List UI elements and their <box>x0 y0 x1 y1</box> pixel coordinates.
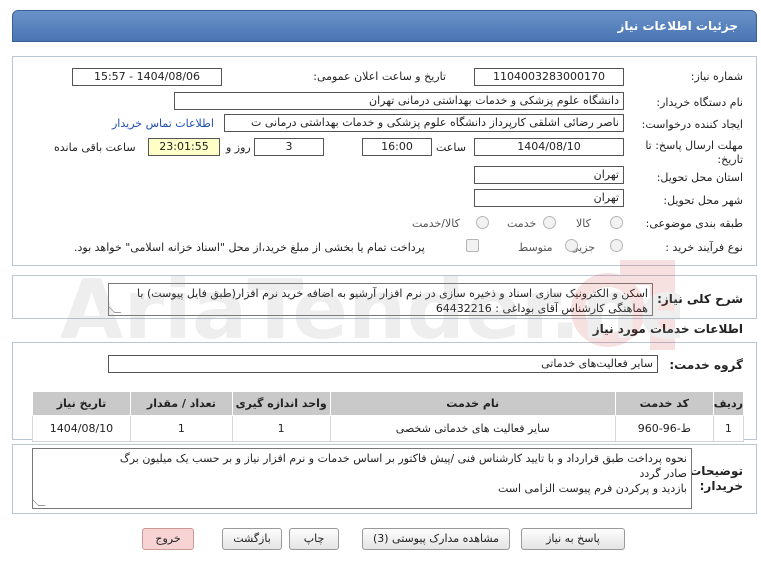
need-info-panel <box>12 56 757 266</box>
days-field[interactable]: 3 <box>254 138 324 156</box>
cell-quantity: 1 <box>129 415 233 442</box>
need-number-field[interactable]: 1104003283000170 <box>474 68 624 86</box>
process-medium-radio[interactable] <box>565 239 578 252</box>
description-textarea[interactable]: اسکن و الکترونیک سازی اسناد و ذخیره سازی… <box>108 283 653 316</box>
need-number-label: شماره نیاز: <box>690 70 743 83</box>
table-row[interactable]: 1 ط-96-960 سایر فعالیت های خدماتی شخصی 1… <box>32 415 745 442</box>
category-goods-service-label: کالا/خدمت <box>412 217 460 230</box>
col-need-date: تاریخ نیاز <box>32 391 131 416</box>
col-service-name: نام خدمت <box>329 391 616 416</box>
col-unit: واحد اندازه گیری <box>231 391 331 416</box>
deadline-time-label: ساعت <box>436 141 466 154</box>
service-group-field[interactable]: سایر فعالیت‌های خدماتی <box>108 355 658 373</box>
view-attachments-button[interactable]: مشاهده مدارک پیوستی (3) <box>362 528 510 550</box>
deadline-label-date: تاریخ: <box>717 153 743 166</box>
buyer-notes-line-1: نحوه پرداخت طبق قرارداد و با تایید کارشن… <box>119 452 687 465</box>
city-field[interactable]: تهران <box>474 189 624 207</box>
category-goods-radio[interactable] <box>610 216 623 229</box>
treasury-payment-checkbox[interactable] <box>466 239 479 252</box>
exit-button[interactable]: خروج <box>142 528 194 550</box>
print-button[interactable]: چاپ <box>289 528 339 550</box>
col-quantity: تعداد / مقدار <box>129 391 233 416</box>
city-label: شهر محل تحویل: <box>663 194 743 207</box>
deadline-time-field[interactable]: 16:00 <box>362 138 432 156</box>
buyer-notes-line-3: بازدید و پرکردن فرم پیوست الزامی است <box>497 482 687 495</box>
category-goods-service-radio[interactable] <box>476 216 489 229</box>
service-group-label: گروه خدمت: <box>669 358 743 372</box>
process-label: نوع فرآیند خرید : <box>665 241 743 254</box>
remaining-time-label: ساعت باقی مانده <box>54 141 136 154</box>
resize-grip-icon[interactable] <box>33 499 46 506</box>
back-button[interactable]: بازگشت <box>222 528 282 550</box>
cell-service-name: سایر فعالیت های خدماتی شخصی <box>329 415 616 442</box>
cell-unit: 1 <box>231 415 331 442</box>
services-heading: اطلاعات خدمات مورد نیاز <box>592 322 743 336</box>
services-table: ردیف کد خدمت نام خدمت واحد اندازه گیری ت… <box>32 391 745 442</box>
process-minor-radio[interactable] <box>610 239 623 252</box>
creator-field[interactable]: ناصر رضائی اشلقی کارپرداز دانشگاه علوم پ… <box>224 114 624 132</box>
process-medium-label: متوسط <box>518 241 553 254</box>
description-text: اسکن و الکترونیک سازی اسناد و ذخیره سازی… <box>137 287 648 315</box>
province-field[interactable]: تهران <box>474 166 624 184</box>
category-goods-label: کالا <box>576 217 591 230</box>
category-label: طبقه بندی موضوعی: <box>645 217 743 230</box>
col-row: ردیف <box>712 391 745 416</box>
creator-label: ایجاد کننده درخواست: <box>641 118 743 131</box>
category-service-radio[interactable] <box>543 216 556 229</box>
category-service-label: خدمت <box>507 217 537 230</box>
buyer-notes-textarea[interactable]: نحوه پرداخت طبق قرارداد و با تایید کارشن… <box>32 448 692 509</box>
buyer-notes-line-2: صادر گردد <box>639 467 687 480</box>
buyer-notes-label: توضیحات خریدار: <box>689 464 743 493</box>
province-label: استان محل تحویل: <box>656 171 743 184</box>
page-header: جزئیات اطلاعات نیاز <box>12 10 757 42</box>
resize-grip-icon[interactable] <box>109 306 122 313</box>
treasury-payment-note: پرداخت تمام یا بخشی از مبلغ خرید،از محل … <box>74 241 425 254</box>
page-title: جزئیات اطلاعات نیاز <box>617 19 738 33</box>
deadline-date-field[interactable]: 1404/08/10 <box>474 138 624 156</box>
description-label: شرح کلی نیاز: <box>657 292 743 306</box>
col-service-code: کد خدمت <box>614 391 714 416</box>
reply-button[interactable]: پاسخ به نیاز <box>521 528 625 550</box>
announce-field[interactable]: 1404/08/06 - 15:57 <box>72 68 222 86</box>
table-header-row: ردیف کد خدمت نام خدمت واحد اندازه گیری ت… <box>32 391 745 416</box>
announce-label: تاریخ و ساعت اعلان عمومی: <box>313 70 446 83</box>
cell-service-code: ط-96-960 <box>614 415 714 442</box>
cell-need-date: 1404/08/10 <box>32 415 131 442</box>
buyer-contact-link[interactable]: اطلاعات تماس خریدار <box>112 117 214 130</box>
days-label: روز و <box>226 141 251 154</box>
remaining-time-field: 23:01:55 <box>148 138 220 156</box>
buyer-org-field[interactable]: دانشگاه علوم پزشکی و خدمات بهداشتی درمان… <box>174 92 624 110</box>
buyer-org-label: نام دستگاه خریدار: <box>656 96 743 109</box>
deadline-label: مهلت ارسال پاسخ: تا <box>645 139 743 152</box>
cell-row: 1 <box>712 415 745 442</box>
